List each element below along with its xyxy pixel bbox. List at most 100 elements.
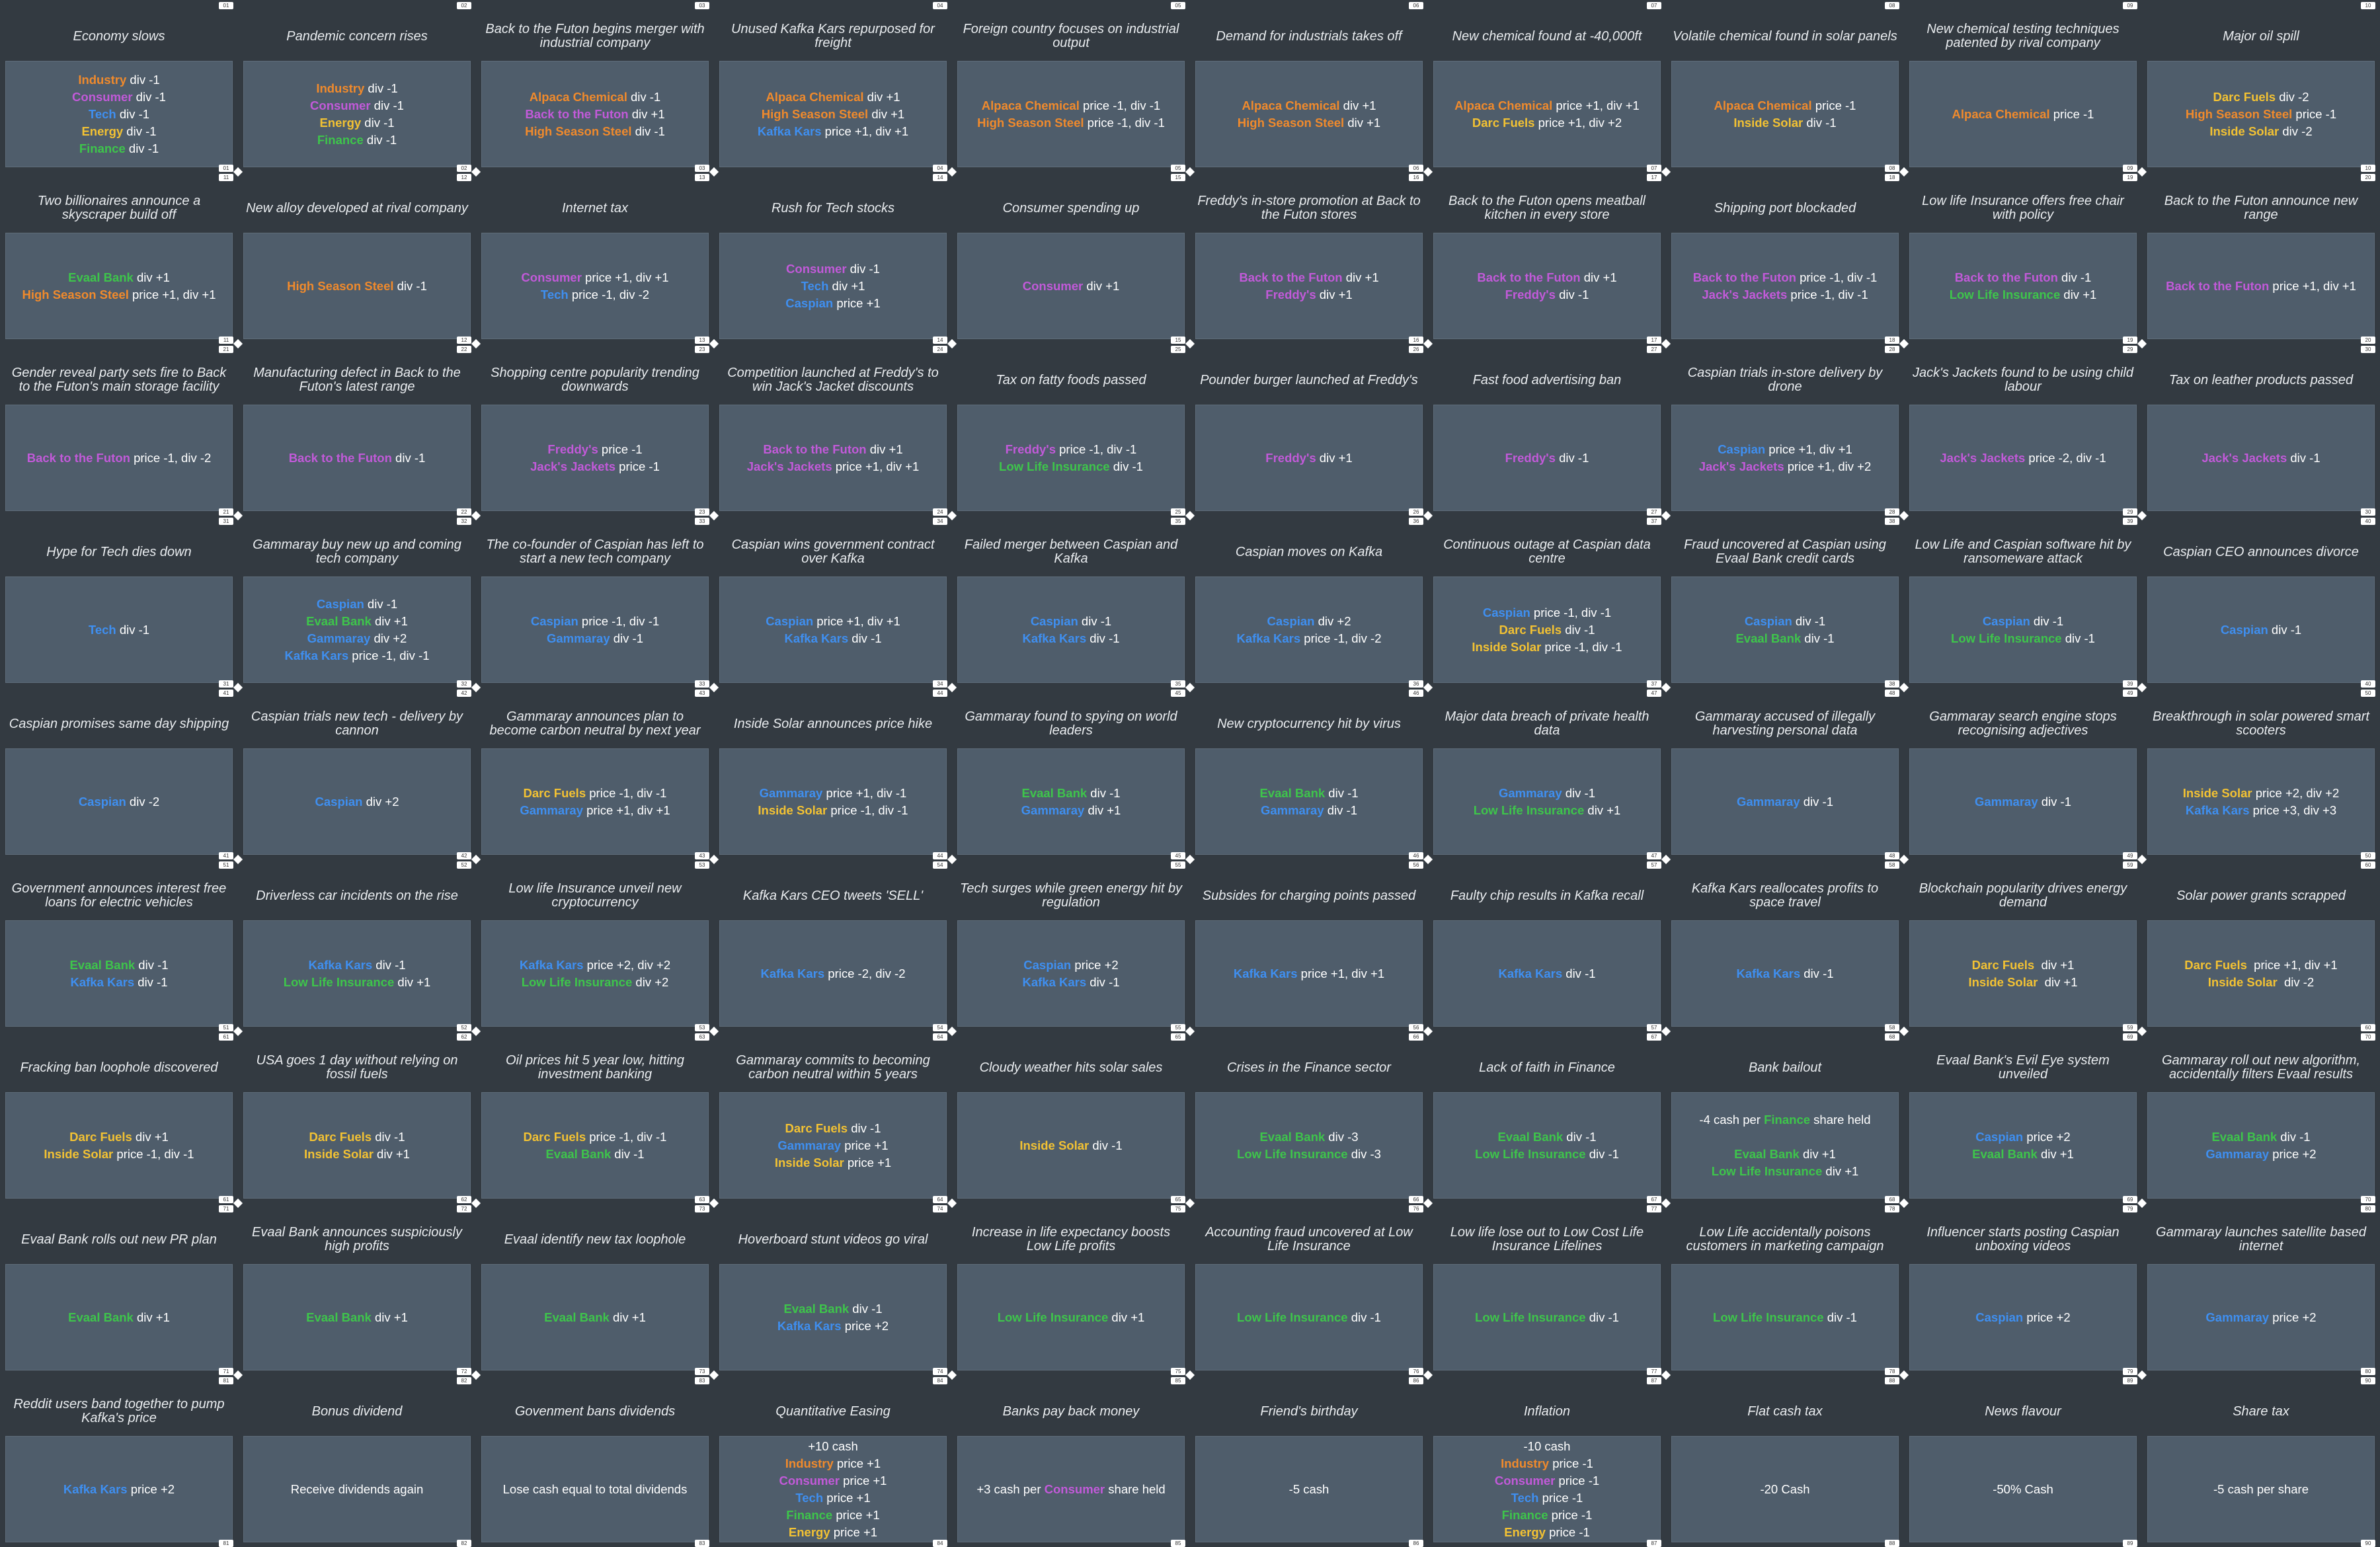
- event-card[interactable]: 58 Kafka Kars reallocates profits to spac…: [1666, 859, 1904, 1031]
- event-card[interactable]: 67 Lack of faith in Finance Evaal Bank div…: [1428, 1031, 1666, 1203]
- event-card[interactable]: 22 Manufacturing defect in Back to the Fu…: [238, 344, 476, 516]
- event-card[interactable]: 63 Oil prices hit 5 year low, hitting inv…: [476, 1031, 714, 1203]
- event-card[interactable]: 08 Volatile chemical found in solar panel…: [1666, 0, 1904, 172]
- event-card[interactable]: 15 Consumer spending up Consumer div +1 15: [952, 172, 1190, 344]
- event-card[interactable]: 66 Crises in the Finance sector Evaal Bank…: [1190, 1031, 1428, 1203]
- event-card[interactable]: 86 Friend's birthday -5 cash 86: [1190, 1375, 1428, 1547]
- event-card[interactable]: 83 Govenment bans dividends Lose cash equa…: [476, 1375, 714, 1547]
- event-card[interactable]: 04 Unused Kafka Kars repurposed for freig…: [714, 0, 952, 172]
- event-card[interactable]: 35 Failed merger between Caspian and Kafk…: [952, 516, 1190, 688]
- event-card[interactable]: 11 Two billionaires announce a skyscraper…: [0, 172, 238, 344]
- event-card[interactable]: 39 Low Life and Caspian software hit by r…: [1904, 516, 2142, 688]
- event-card[interactable]: 05 Foreign country focuses on industrial …: [952, 0, 1190, 172]
- event-card[interactable]: 56 Subsides for charging points passed Kaf…: [1190, 859, 1428, 1031]
- event-card[interactable]: 88 Flat cash tax -20 Cash 88: [1666, 1375, 1904, 1547]
- event-card[interactable]: 77 Low life lose out to Low Cost Life Ins…: [1428, 1203, 1666, 1375]
- event-card[interactable]: 68 Bank bailout -4 cash per Finance share …: [1666, 1031, 1904, 1203]
- event-card[interactable]: 61 Fracking ban loophole discovered Darc F…: [0, 1031, 238, 1203]
- effect-text: price +1, div +1: [832, 459, 920, 473]
- event-card[interactable]: 73 Evaal identify new tax loophole Evaal B…: [476, 1203, 714, 1375]
- event-card[interactable]: 10 Major oil spill Darc Fuels div -2 High S…: [2142, 0, 2380, 172]
- event-card[interactable]: 19 Low life Insurance offers free chair w…: [1904, 172, 2142, 344]
- card-number-bottom: 68: [1885, 1196, 1899, 1203]
- effect-entity: Freddy's: [1005, 442, 1056, 456]
- effect-text: div -2: [2279, 124, 2313, 138]
- event-card[interactable]: 34 Caspian wins government contract over …: [714, 516, 952, 688]
- event-card[interactable]: 84 Quantitative Easing +10 cash Industry pr…: [714, 1375, 952, 1547]
- event-card[interactable]: 24 Competition launched at Freddy's to wi…: [714, 344, 952, 516]
- event-card[interactable]: 29 Jack's Jackets found to be using child…: [1904, 344, 2142, 516]
- event-card[interactable]: 36 Caspian moves on Kafka Caspian div +2 Ka…: [1190, 516, 1428, 688]
- event-card[interactable]: 14 Rush for Tech stocks Consumer div -1 Tec…: [714, 172, 952, 344]
- event-card[interactable]: 37 Continuous outage at Caspian data cent…: [1428, 516, 1666, 688]
- event-card[interactable]: 75 Increase in life expectancy boosts Low…: [952, 1203, 1190, 1375]
- event-card[interactable]: 46 New cryptocurrency hit by virus Evaal B…: [1190, 688, 1428, 859]
- card-title: Consumer spending up: [1002, 200, 1140, 216]
- event-card[interactable]: 18 Shipping port blockaded Back to the Fut…: [1666, 172, 1904, 344]
- event-card[interactable]: 43 Gammaray announces plan to become carb…: [476, 688, 714, 859]
- event-card[interactable]: 21 Gender reveal party sets fire to Back …: [0, 344, 238, 516]
- event-card[interactable]: 52 Driverless car incidents on the rise Ka…: [238, 859, 476, 1031]
- event-card[interactable]: 87 Inflation -10 cash Industry price -1 Cons…: [1428, 1375, 1666, 1547]
- event-card[interactable]: 60 Solar power grants scrapped Darc Fuels …: [2142, 859, 2380, 1031]
- event-card[interactable]: 01 Economy slows Industry div -1 Consumer d…: [0, 0, 238, 172]
- card-title: Faulty chip results in Kafka recall: [1450, 888, 1644, 903]
- event-card[interactable]: 07 New chemical found at -40,000ft Alpaca …: [1428, 0, 1666, 172]
- event-card[interactable]: 48 Gammaray accused of illegally harvesti…: [1666, 688, 1904, 859]
- event-card[interactable]: 85 Banks pay back money +3 cash per Consum…: [952, 1375, 1190, 1547]
- event-card[interactable]: 30 Tax on leather products passed Jack's J…: [2142, 344, 2380, 516]
- event-card[interactable]: 80 Gammaray launches satellite based inte…: [2142, 1203, 2380, 1375]
- effect-line: Energy price +1: [789, 1524, 877, 1541]
- event-card[interactable]: 59 Blockchain popularity drives energy de…: [1904, 859, 2142, 1031]
- event-card[interactable]: 76 Accounting fraud uncovered at Low Life…: [1190, 1203, 1428, 1375]
- event-card[interactable]: 06 Demand for industrials takes off Alpaca…: [1190, 0, 1428, 172]
- event-card[interactable]: 51 Government announces interest free loa…: [0, 859, 238, 1031]
- event-card[interactable]: 31 Hype for Tech dies down Tech div -1 31: [0, 516, 238, 688]
- event-card[interactable]: 02 Pandemic concern rises Industry div -1 C…: [238, 0, 476, 172]
- event-card[interactable]: 32 Gammaray buy new up and coming tech co…: [238, 516, 476, 688]
- event-card[interactable]: 12 New alloy developed at rival company Hi…: [238, 172, 476, 344]
- effect-entity: Darc Fuels: [2184, 957, 2247, 972]
- event-card[interactable]: 72 Evaal Bank announces suspiciously high…: [238, 1203, 476, 1375]
- event-card[interactable]: 41 Caspian promises same day shipping Casp…: [0, 688, 238, 859]
- event-card[interactable]: 89 News flavour -50% Cash 89: [1904, 1375, 2142, 1547]
- event-card[interactable]: 57 Faulty chip results in Kafka recall Kaf…: [1428, 859, 1666, 1031]
- card-number: 72: [457, 1205, 471, 1212]
- event-card[interactable]: 03 Back to the Futon begins merger with i…: [476, 0, 714, 172]
- event-card[interactable]: 90 Share tax -5 cash per share 90: [2142, 1375, 2380, 1547]
- event-card[interactable]: 70 Gammaray roll out new algorithm, accid…: [2142, 1031, 2380, 1203]
- effect-entity: Darc Fuels: [785, 1121, 848, 1135]
- event-card[interactable]: 44 Inside Solar announces price hike Gamma…: [714, 688, 952, 859]
- event-card[interactable]: 55 Tech surges while green energy hit by …: [952, 859, 1190, 1031]
- event-card[interactable]: 38 Fraud uncovered at Caspian using Evaal…: [1666, 516, 1904, 688]
- event-card[interactable]: 47 Major data breach of private health da…: [1428, 688, 1666, 859]
- event-card[interactable]: 71 Evaal Bank rolls out new PR plan Evaal …: [0, 1203, 238, 1375]
- event-card[interactable]: 33 The co-founder of Caspian has left to …: [476, 516, 714, 688]
- event-card[interactable]: 13 Internet tax Consumer price +1, div +1 T…: [476, 172, 714, 344]
- event-card[interactable]: 82 Bonus dividend Receive dividends again 8…: [238, 1375, 476, 1547]
- event-card[interactable]: 65 Cloudy weather hits solar sales Inside …: [952, 1031, 1190, 1203]
- event-card[interactable]: 50 Breakthrough in solar powered smart sc…: [2142, 688, 2380, 859]
- event-card[interactable]: 17 Back to the Futon opens meatball kitch…: [1428, 172, 1666, 344]
- event-card[interactable]: 09 New chemical testing techniques patent…: [1904, 0, 2142, 172]
- event-card[interactable]: 64 Gammaray commits to becoming carbon ne…: [714, 1031, 952, 1203]
- event-card[interactable]: 40 Caspian CEO announces divorce Caspian d…: [2142, 516, 2380, 688]
- event-card[interactable]: 26 Pounder burger launched at Freddy's Fre…: [1190, 344, 1428, 516]
- event-card[interactable]: 49 Gammaray search engine stops recognisi…: [1904, 688, 2142, 859]
- event-card[interactable]: 25 Tax on fatty foods passed Freddy's pric…: [952, 344, 1190, 516]
- event-card[interactable]: 45 Gammaray found to spying on world lead…: [952, 688, 1190, 859]
- event-card[interactable]: 27 Fast food advertising ban Freddy's div …: [1428, 344, 1666, 516]
- event-card[interactable]: 20 Back to the Futon announce new range Ba…: [2142, 172, 2380, 344]
- event-card[interactable]: 42 Caspian trials new tech - delivery by …: [238, 688, 476, 859]
- event-card[interactable]: 69 Evaal Bank's Evil Eye system unveiled C…: [1904, 1031, 2142, 1203]
- event-card[interactable]: 54 Kafka Kars CEO tweets 'SELL' Kafka Kars…: [714, 859, 952, 1031]
- event-card[interactable]: 74 Hoverboard stunt videos go viral Evaal …: [714, 1203, 952, 1375]
- event-card[interactable]: 16 Freddy's in-store promotion at Back to…: [1190, 172, 1428, 344]
- event-card[interactable]: 23 Shopping centre popularity trending do…: [476, 344, 714, 516]
- event-card[interactable]: 28 Caspian trials in-store delivery by dr…: [1666, 344, 1904, 516]
- event-card[interactable]: 79 Influencer starts posting Caspian unbo…: [1904, 1203, 2142, 1375]
- event-card[interactable]: 78 Low Life accidentally poisons customer…: [1666, 1203, 1904, 1375]
- event-card[interactable]: 62 USA goes 1 day without relying on foss…: [238, 1031, 476, 1203]
- event-card[interactable]: 81 Reddit users band together to pump Kaf…: [0, 1375, 238, 1547]
- event-card[interactable]: 53 Low life Insurance unveil new cryptocu…: [476, 859, 714, 1031]
